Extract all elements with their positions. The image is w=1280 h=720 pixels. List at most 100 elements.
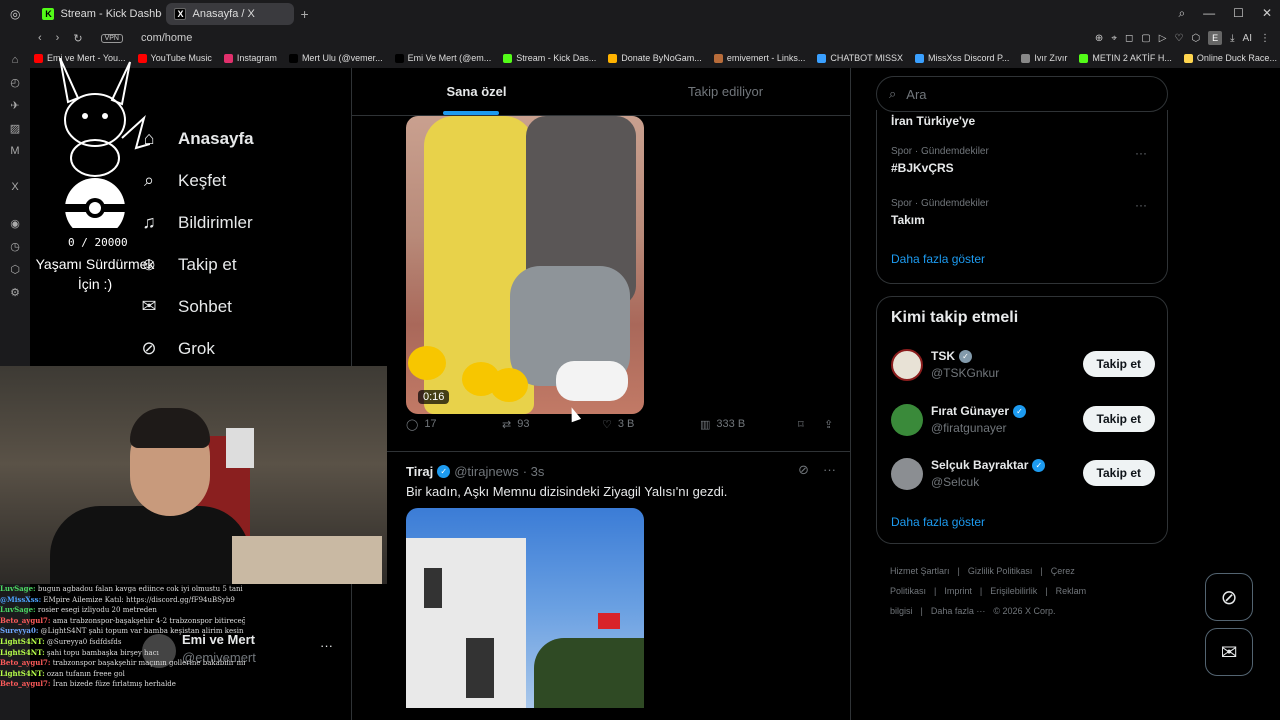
follow-button[interactable]: Takip et <box>1082 351 1155 377</box>
more-icon[interactable]: ··· <box>823 462 836 478</box>
snapshot-icon[interactable]: ◻ <box>1125 33 1133 44</box>
trend-item[interactable]: Spor · Gündemdekiler Takım ··· <box>891 198 1155 227</box>
capture-icon[interactable]: ▢ <box>1141 33 1150 44</box>
trend-item[interactable]: Spor · Gündemdekiler #BJKvÇRS ··· <box>891 146 1155 175</box>
profile-avatar[interactable]: E <box>1208 31 1223 45</box>
tab-following[interactable]: Takip ediliyor <box>601 68 850 115</box>
bookmark-item[interactable]: MissXss Discord P... <box>915 53 1009 63</box>
tab-for-you[interactable]: Sana özel <box>352 68 601 115</box>
camera-icon[interactable]: ⌂ <box>12 54 19 66</box>
window <box>466 638 494 698</box>
footer-link[interactable]: Daha fazla ··· <box>931 606 986 616</box>
like-button[interactable]: ♡ 3 B <box>602 418 634 431</box>
bookmark-item[interactable]: Emi Ve Mert (@em... <box>394 53 491 63</box>
tweet[interactable]: Tiraj ✓ @tirajnews · 3s ⊘ ··· Bir kadın,… <box>352 451 850 720</box>
author-name[interactable]: Tiraj <box>406 464 433 479</box>
footer-link[interactable]: Hizmet Şartları <box>890 566 950 576</box>
zoom-icon[interactable]: ⊕ <box>1095 33 1103 44</box>
new-tab-icon[interactable]: + <box>300 6 308 22</box>
bookmark-item[interactable]: Mert Ulu (@vemer... <box>288 53 383 63</box>
tweet-time[interactable]: · 3s <box>523 464 545 479</box>
avatar[interactable] <box>891 458 923 490</box>
messages-fab[interactable]: ✉ <box>1205 628 1253 676</box>
footer-separator: | <box>920 606 923 616</box>
bookmark-item[interactable]: Stream - Kick Das... <box>503 53 596 63</box>
minimize-icon[interactable]: — <box>1203 6 1215 21</box>
nav-buttons: ‹ › ↻ <box>38 32 83 45</box>
more-icon[interactable]: ··· <box>1135 198 1147 212</box>
footer-link[interactable]: © 2026 X Corp. <box>993 606 1055 616</box>
trends-show-more-link[interactable]: Daha fazla göster <box>891 252 985 266</box>
play-icon[interactable]: ▷ <box>1159 33 1167 44</box>
tweet-image[interactable] <box>406 508 644 708</box>
main-feed: Sana özel Takip ediliyor 0:16 ◯ 17 ⇄ 93 … <box>351 68 851 720</box>
maximize-icon[interactable]: ☐ <box>1233 6 1244 21</box>
author-handle[interactable]: @tirajnews <box>454 464 519 479</box>
follow-suggestion[interactable]: Fırat Günayer ✓ @firatgunayer Takip et <box>891 402 1155 442</box>
nav-grok[interactable]: ⊘ Grok <box>138 338 214 359</box>
bookmark-icon[interactable]: ⌑ <box>798 418 804 431</box>
footer-link[interactable]: Erişilebilirlik <box>990 586 1037 596</box>
bookmark-item[interactable]: Instagram <box>223 53 277 63</box>
trend-item[interactable]: İran Türkiye'ye <box>891 110 1155 128</box>
bookmark-item[interactable]: Donate ByNoGam... <box>608 53 702 63</box>
close-icon[interactable]: ✕ <box>1262 6 1272 21</box>
views-button[interactable]: ▥ 333 B <box>700 418 745 431</box>
follow-button[interactable]: Takip et <box>1082 406 1155 432</box>
m-icon[interactable]: M <box>10 145 19 157</box>
back-icon[interactable]: ‹ <box>38 32 42 45</box>
opera-logo-icon[interactable]: ◎ <box>10 7 20 21</box>
more-icon[interactable]: ··· <box>1135 146 1147 160</box>
avatar[interactable] <box>891 404 923 436</box>
flow-icon[interactable]: ✈ <box>10 99 19 112</box>
pin-icon[interactable]: ⌖ <box>1111 33 1117 44</box>
tab-kick-dashboard[interactable]: K Stream - Kick Dashboard <box>34 3 162 25</box>
forward-icon[interactable]: › <box>56 32 60 45</box>
download-icon[interactable]: ⤓ <box>1230 33 1234 44</box>
search-input[interactable]: ⌕ Ara <box>876 76 1168 112</box>
window <box>424 568 442 608</box>
chat-message: @MissXss: EMpire Ailemize Katıl: https:/… <box>0 595 245 606</box>
footer-link[interactable]: Imprint <box>944 586 972 596</box>
ai-icon[interactable]: AI <box>1243 33 1252 44</box>
bookmark-item[interactable]: Online Duck Race... <box>1183 53 1277 63</box>
tweet-video[interactable]: 0:16 <box>406 116 644 414</box>
grok-fab[interactable]: ⊘ <box>1205 573 1253 621</box>
url-field[interactable]: com/home <box>141 32 192 44</box>
chat-username: Sureyya0: <box>0 626 39 636</box>
chat-message: Sureyya0: @LightS4NT şahi topum var bamb… <box>0 626 245 637</box>
reload-icon[interactable]: ↻ <box>73 32 82 45</box>
retweet-button[interactable]: ⇄ 93 <box>502 418 529 431</box>
history-icon[interactable]: ◴ <box>10 76 20 89</box>
follow-button[interactable]: Takip et <box>1082 460 1155 486</box>
bookmark-item[interactable]: emivemert - Links... <box>713 53 805 63</box>
settings-icon[interactable]: ⚙ <box>10 286 20 299</box>
search-tabs-icon[interactable]: ⌕ <box>1178 6 1185 21</box>
circle-icon[interactable]: ◉ <box>10 217 20 230</box>
extensions-icon[interactable]: ⬡ <box>1191 33 1200 44</box>
pattern-icon[interactable]: ▨ <box>10 122 20 135</box>
footer-link[interactable]: Gizlilik Politikası <box>968 566 1033 576</box>
bookmark-item[interactable]: Ivır Zıvır <box>1021 53 1067 63</box>
bookmark-item[interactable]: CHATBOT MISSX <box>817 53 903 63</box>
more-icon[interactable]: ··· <box>320 638 333 653</box>
heart-icon[interactable]: ♡ <box>1174 33 1183 44</box>
tab-x-home[interactable]: X Anasayfa / X <box>166 3 295 25</box>
x-sidebar-icon[interactable]: X <box>11 181 18 193</box>
bookmark-item[interactable]: METIN 2 AKTİF H... <box>1079 53 1172 63</box>
chat-text: İran bizede füze fırlatmış herhalde <box>52 680 176 689</box>
share-icon[interactable]: ⇪ <box>824 418 833 431</box>
avatar[interactable] <box>891 349 923 381</box>
cube-icon[interactable]: ⬡ <box>10 263 20 276</box>
clock-icon[interactable]: ◷ <box>10 240 20 253</box>
vpn-badge[interactable]: VPN <box>100 33 123 43</box>
follow-suggestion[interactable]: TSK ✓ @TSKGnkur Takip et <box>891 347 1155 387</box>
retweet-icon: ⇄ <box>502 418 512 431</box>
chat-text: ozan tufanın freee gol <box>46 669 125 678</box>
nav-chat[interactable]: ✉ Sohbet <box>138 296 231 317</box>
follow-suggestion[interactable]: Selçuk Bayraktar ✓ @Selcuk Takip et <box>891 456 1155 496</box>
grok-icon[interactable]: ⊘ <box>798 462 809 478</box>
menu-icon[interactable]: ⋮ <box>1260 33 1270 44</box>
who-show-more-link[interactable]: Daha fazla göster <box>891 515 985 529</box>
reply-button[interactable]: ◯ 17 <box>406 418 437 431</box>
